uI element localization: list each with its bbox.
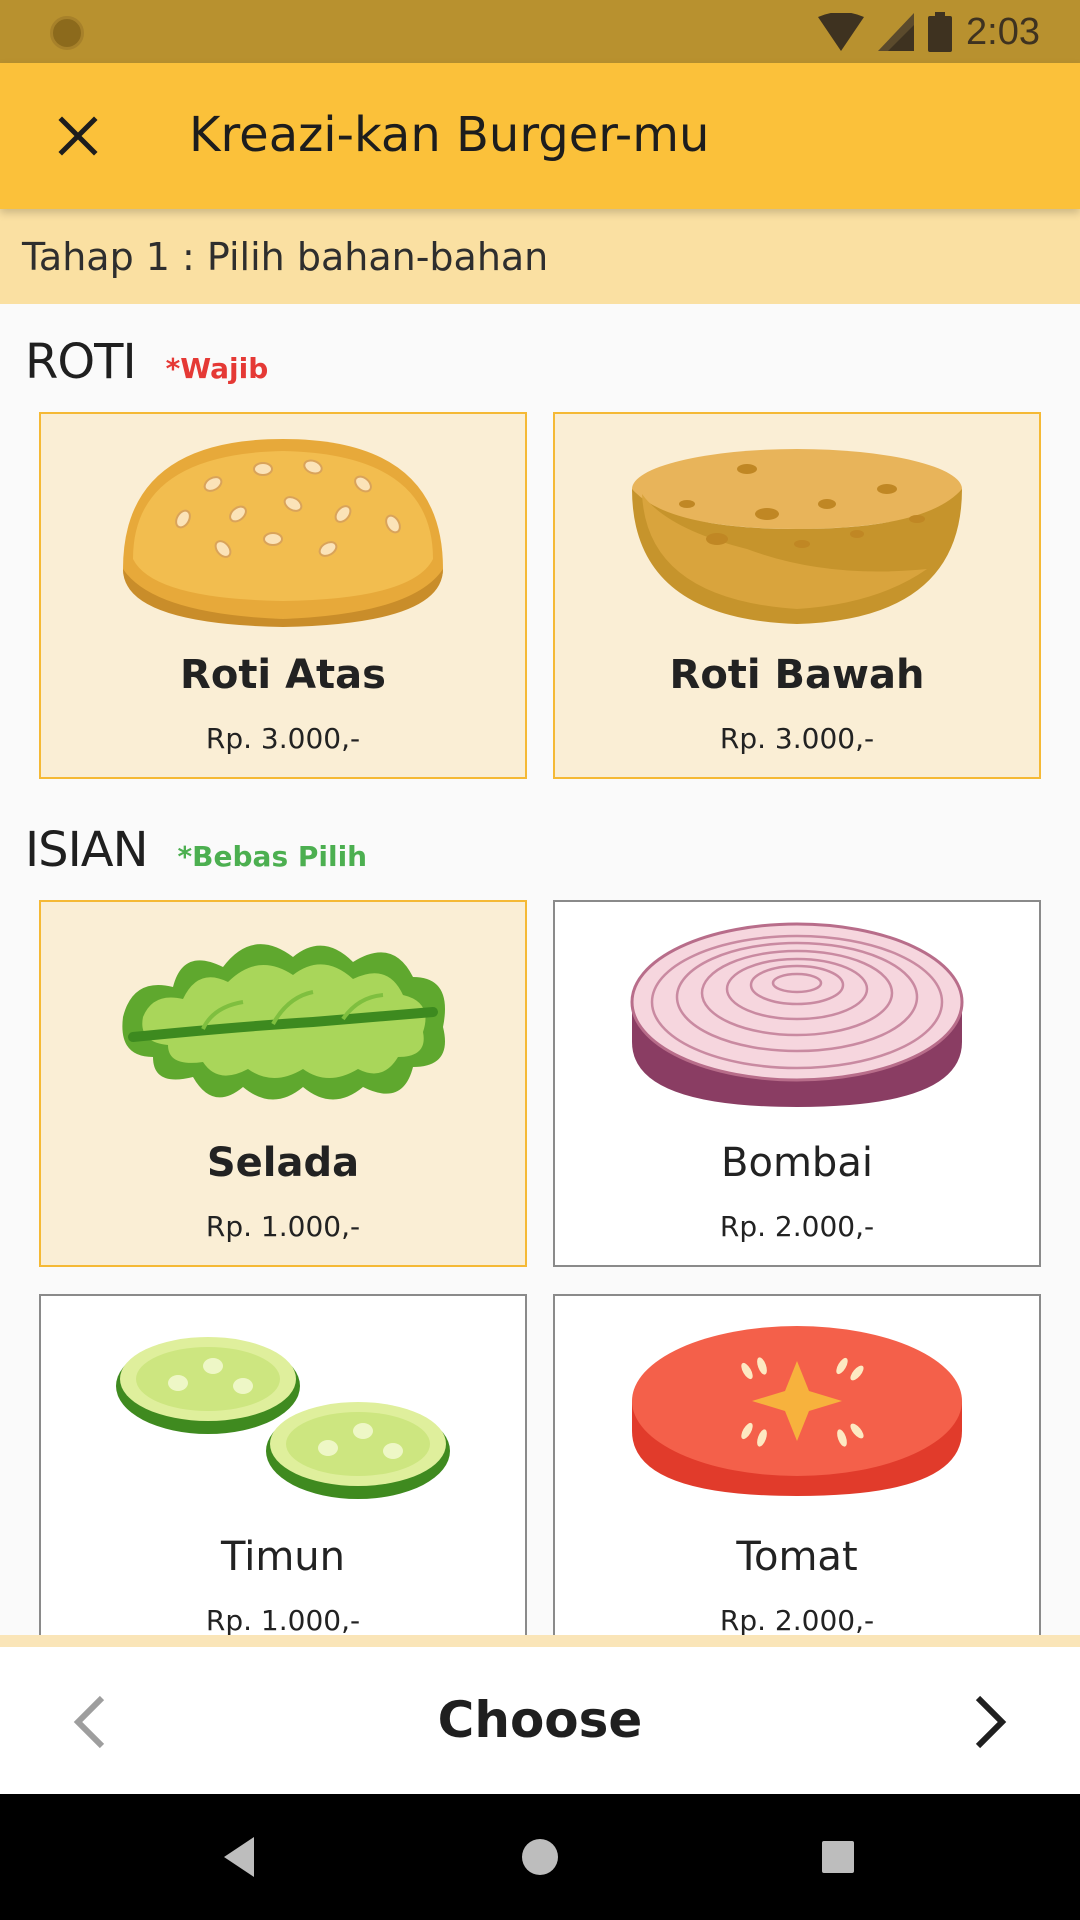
ingredient-price: Rp. 2.000,- [719,1604,875,1635]
wifi-icon [818,13,865,51]
bottom-bun-icon [555,414,1039,644]
back-triangle-icon [224,1837,254,1877]
ingredient-card-roti-bawah[interactable]: Roti Bawah Rp. 3.000,- [553,412,1041,779]
section-header-isian: ISIAN *Bebas Pilih [25,822,367,878]
step-text: Tahap 1 : Pilih bahan-bahan [22,235,549,279]
app-toolbar: Kreazi-kan Burger-mu [0,63,1080,209]
top-bun-icon [41,414,525,644]
onion-icon [555,902,1039,1132]
status-icons: 2:03 [818,8,1040,56]
cucumber-icon [41,1296,525,1526]
close-button[interactable] [40,98,116,174]
page-title: Kreazi-kan Burger-mu [189,107,710,163]
action-bar: Choose [0,1647,1080,1794]
ingredient-name: Timun [221,1534,345,1580]
section-note-isian: *Bebas Pilih [177,840,368,873]
next-button[interactable] [950,1677,1030,1767]
ingredient-price: Rp. 3.000,- [205,722,361,755]
close-icon [58,116,98,156]
status-bar: 2:03 [0,0,1080,63]
section-note-roti: *Wajib [165,352,269,385]
bottom-divider [0,1635,1080,1647]
nav-back-button[interactable] [207,1824,273,1890]
ingredient-card-roti-atas[interactable]: Roti Atas Rp. 3.000,- [39,412,527,779]
ingredient-card-bombai[interactable]: Bombai Rp. 2.000,- [553,900,1041,1267]
ingredient-card-tomat[interactable]: Tomat Rp. 2.000,- [553,1294,1041,1635]
signal-icon [878,13,915,51]
ingredient-name: Roti Atas [180,652,386,698]
step-bar: Tahap 1 : Pilih bahan-bahan [0,209,1080,304]
ingredient-name: Selada [206,1140,360,1186]
ingredient-price: Rp. 2.000,- [719,1210,875,1243]
ingredient-name: Bombai [721,1140,873,1186]
nav-home-button[interactable] [507,1824,573,1890]
ingredient-price: Rp. 1.000,- [205,1210,361,1243]
home-circle-icon [522,1839,558,1875]
status-time: 2:03 [966,10,1040,53]
ingredient-price: Rp. 1.000,- [205,1604,361,1635]
section-title-isian: ISIAN [25,822,149,878]
ingredient-name: Tomat [736,1534,858,1580]
recents-square-icon [822,1841,854,1873]
ingredient-price: Rp. 3.000,- [719,722,875,755]
system-nav-bar [0,1794,1080,1920]
notification-icon [50,16,84,50]
ingredient-card-selada[interactable]: Selada Rp. 1.000,- [39,900,527,1267]
choose-label[interactable]: Choose [0,1691,1080,1749]
nav-recents-button[interactable] [805,1824,871,1890]
ingredient-card-timun[interactable]: Timun Rp. 1.000,- [39,1294,527,1635]
section-header-roti: ROTI *Wajib [25,334,268,390]
ingredient-list[interactable]: ROTI *Wajib Roti Atas Rp. 3.000,- Roti B… [0,304,1080,1635]
app-root: 2:03 Kreazi-kan Burger-mu Tahap 1 : Pili… [0,0,1080,1920]
battery-icon [928,12,953,52]
tomato-icon [555,1296,1039,1526]
ingredient-name: Roti Bawah [669,652,925,698]
section-title-roti: ROTI [25,334,137,390]
chevron-right-icon [975,1695,1007,1749]
lettuce-icon [41,902,525,1132]
